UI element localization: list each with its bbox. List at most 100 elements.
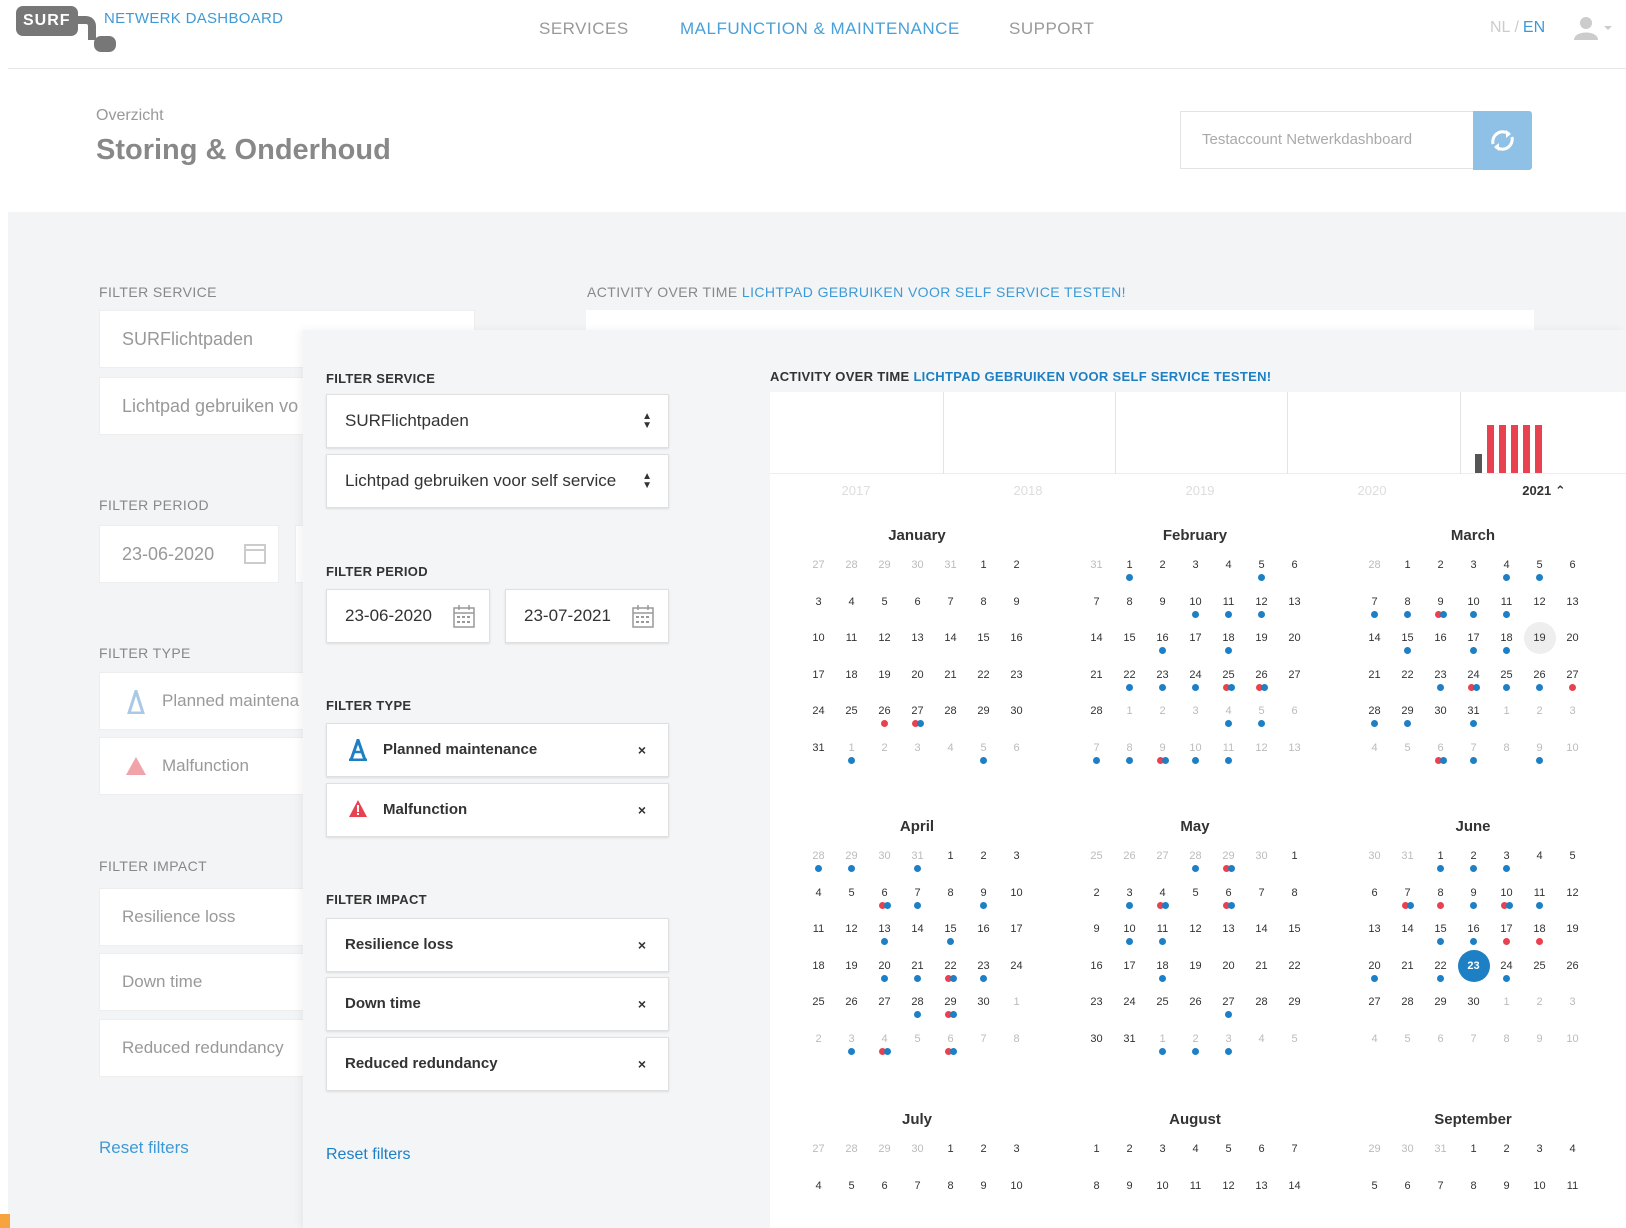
calendar-day[interactable]: 2 [1113, 1141, 1146, 1167]
calendar-day[interactable]: 3 [1556, 994, 1589, 1020]
calendar-day[interactable]: 2 [1000, 557, 1033, 583]
calendar-day[interactable]: 4 [1212, 557, 1245, 583]
calendar-day[interactable]: 1 [1000, 994, 1033, 1020]
calendar-day[interactable]: 2 [967, 848, 1000, 874]
calendar-day[interactable]: 29 [1424, 994, 1457, 1020]
calendar-day[interactable]: 18 [1212, 630, 1245, 656]
calendar-day[interactable]: 21 [901, 958, 934, 984]
calendar-day[interactable]: 27 [1556, 667, 1589, 693]
calendar-day[interactable]: 30 [967, 994, 1000, 1020]
subservice-select[interactable]: Lichtpad gebruiken voor self service ▲ ▼ [326, 454, 669, 508]
calendar-day[interactable]: 29 [1212, 848, 1245, 874]
calendar-day[interactable]: 9 [1457, 885, 1490, 911]
calendar-day[interactable]: 5 [1523, 557, 1556, 583]
calendar-day[interactable]: 13 [1278, 740, 1311, 766]
calendar-day[interactable]: 30 [1391, 1141, 1424, 1167]
calendar-day[interactable]: 6 [1212, 885, 1245, 911]
activity-bar[interactable] [1511, 425, 1518, 473]
calendar-day[interactable]: 21 [1358, 667, 1391, 693]
calendar-day[interactable]: 29 [1278, 994, 1311, 1020]
calendar-day[interactable]: 5 [1179, 885, 1212, 911]
calendar-day[interactable]: 3 [1556, 703, 1589, 729]
calendar-day[interactable]: 22 [1113, 667, 1146, 693]
calendar-day[interactable]: 13 [901, 630, 934, 656]
calendar-day[interactable]: 1 [1278, 848, 1311, 874]
calendar-day[interactable]: 3 [1523, 1141, 1556, 1167]
calendar-day[interactable]: 6 [1391, 1178, 1424, 1204]
calendar-day[interactable]: 11 [1146, 921, 1179, 947]
calendar-day[interactable]: 22 [1424, 958, 1457, 984]
calendar-day[interactable]: 25 [1490, 667, 1523, 693]
calendar-day[interactable]: 22 [934, 958, 967, 984]
calendar-day[interactable]: 8 [1424, 885, 1457, 911]
calendar-day[interactable]: 1 [934, 1141, 967, 1167]
activity-link[interactable]: LICHTPAD GEBRUIKEN VOOR SELF SERVICE TES… [913, 369, 1271, 384]
calendar-day[interactable]: 1 [1391, 557, 1424, 583]
calendar-day[interactable]: 12 [1245, 594, 1278, 620]
calendar-day[interactable]: 24 [802, 703, 835, 729]
calendar-day[interactable]: 19 [868, 667, 901, 693]
remove-icon[interactable]: × [638, 978, 646, 1030]
calendar-day[interactable]: 19 [1523, 622, 1556, 656]
calendar-day[interactable]: 10 [1179, 740, 1212, 766]
calendar-day[interactable]: 7 [901, 885, 934, 911]
calendar-day[interactable]: 21 [1245, 958, 1278, 984]
calendar-day[interactable]: 7 [1080, 594, 1113, 620]
calendar-day[interactable]: 13 [1245, 1178, 1278, 1204]
calendar-day[interactable]: 9 [1080, 921, 1113, 947]
calendar-day[interactable]: 2 [1523, 703, 1556, 729]
calendar-day[interactable]: 3 [1113, 885, 1146, 911]
calendar-day[interactable]: 18 [802, 958, 835, 984]
calendar-day[interactable]: 28 [934, 703, 967, 729]
calendar-day[interactable]: 11 [835, 630, 868, 656]
calendar-day[interactable]: 5 [835, 1178, 868, 1204]
calendar-day[interactable]: 11 [1556, 1178, 1589, 1204]
calendar-day[interactable]: 6 [1424, 740, 1457, 766]
calendar-day[interactable]: 6 [1278, 703, 1311, 729]
calendar-day[interactable]: 23 [1457, 949, 1490, 984]
calendar-day[interactable]: 4 [1358, 740, 1391, 766]
calendar-day[interactable]: 29 [868, 1141, 901, 1167]
calendar-day[interactable]: 4 [1146, 885, 1179, 911]
calendar-day[interactable]: 24 [1000, 958, 1033, 984]
bg-impact-downtime[interactable]: Down time [99, 953, 309, 1011]
calendar-day[interactable]: 1 [967, 557, 1000, 583]
calendar-day[interactable]: 3 [1457, 557, 1490, 583]
activity-bar[interactable] [1475, 454, 1482, 473]
calendar-day[interactable]: 30 [901, 1141, 934, 1167]
calendar-day[interactable]: 8 [1080, 1178, 1113, 1204]
calendar-day[interactable]: 4 [1212, 703, 1245, 729]
calendar-day[interactable]: 6 [1000, 740, 1033, 766]
calendar-day[interactable]: 9 [1523, 740, 1556, 766]
calendar-day[interactable]: 27 [1358, 994, 1391, 1020]
calendar-day[interactable]: 26 [1245, 667, 1278, 693]
reset-filters-link[interactable]: Reset filters [326, 1146, 410, 1164]
calendar-day[interactable]: 1 [1490, 994, 1523, 1020]
calendar-day[interactable]: 24 [1490, 958, 1523, 984]
calendar-day[interactable]: 5 [1245, 557, 1278, 583]
surf-logo[interactable]: SURF [16, 6, 116, 52]
calendar-day[interactable]: 23 [1424, 667, 1457, 693]
calendar-day[interactable]: 14 [1278, 1178, 1311, 1204]
calendar-day[interactable]: 29 [934, 994, 967, 1020]
calendar-day[interactable]: 30 [1457, 994, 1490, 1020]
calendar-day[interactable]: 13 [868, 921, 901, 947]
calendar-day[interactable]: 30 [868, 848, 901, 874]
calendar-day[interactable]: 13 [1278, 594, 1311, 620]
calendar-day[interactable]: 8 [1278, 885, 1311, 911]
calendar-day[interactable]: 15 [1113, 630, 1146, 656]
calendar-day[interactable]: 15 [1278, 921, 1311, 947]
calendar-day[interactable]: 27 [1212, 994, 1245, 1020]
calendar-day[interactable]: 12 [1179, 921, 1212, 947]
calendar-day[interactable]: 1 [934, 848, 967, 874]
calendar-day[interactable]: 21 [1080, 667, 1113, 693]
calendar-day[interactable]: 2 [868, 740, 901, 766]
calendar-day[interactable]: 2 [1523, 994, 1556, 1020]
calendar-day[interactable]: 25 [802, 994, 835, 1020]
calendar-day[interactable]: 31 [1391, 848, 1424, 874]
calendar-day[interactable]: 12 [1523, 594, 1556, 620]
calendar-day[interactable]: 5 [901, 1031, 934, 1057]
service-select[interactable]: SURFlichtpaden ▲ ▼ [326, 394, 669, 448]
calendar-day[interactable]: 19 [1245, 630, 1278, 656]
calendar-day[interactable]: 9 [967, 885, 1000, 911]
